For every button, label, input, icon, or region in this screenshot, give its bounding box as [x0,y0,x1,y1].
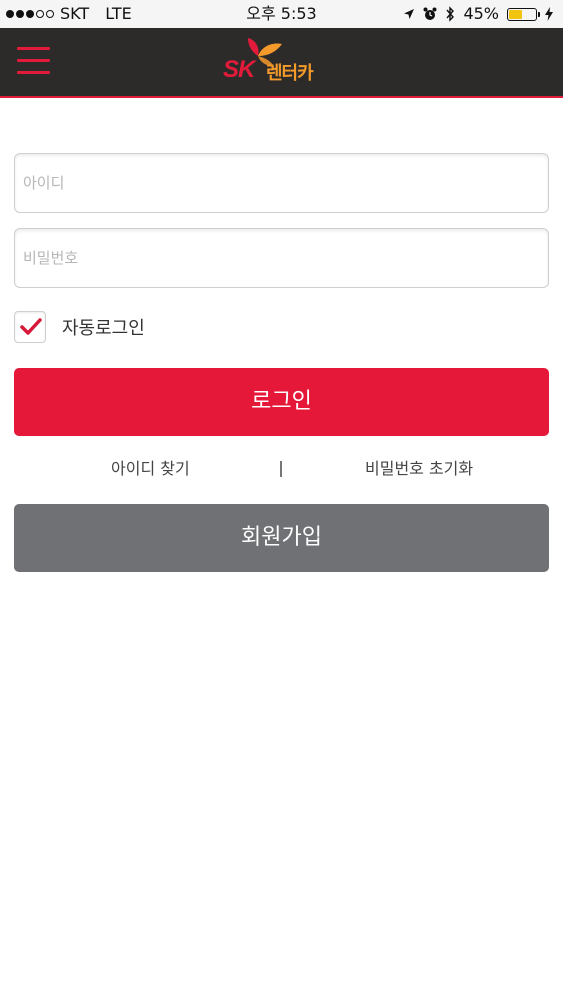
id-input[interactable] [15,154,548,212]
status-bar: SKT LTE 오후 5:53 45% [0,0,563,28]
sk-rentacar-logo: SK 렌터카 [220,36,350,88]
location-arrow-icon [404,9,415,19]
password-input[interactable] [15,229,548,287]
auto-login-label: 자동로그인 [62,318,145,339]
battery-percent: 45% [463,4,499,23]
password-field[interactable] [14,228,549,288]
bluetooth-icon [446,6,455,22]
auto-login-checkbox[interactable] [14,311,46,343]
id-field[interactable] [14,153,549,213]
login-button[interactable]: 로그인 [14,368,549,436]
link-divider [280,461,282,477]
status-bar-right: 45% [403,0,553,28]
hamburger-menu-icon[interactable] [17,45,51,75]
charging-bolt-icon [545,7,553,21]
find-id-link[interactable]: 아이디 찾기 [111,455,190,483]
checkmark-icon [20,318,42,335]
logo-name: 렌터카 [266,63,314,84]
reset-password-link[interactable]: 비밀번호 초기화 [365,455,473,483]
auto-login-toggle[interactable]: 자동로그인 [14,310,145,344]
alarm-icon [423,7,437,20]
signup-button[interactable]: 회원가입 [14,504,549,572]
account-links: 아이디 찾기 비밀번호 초기화 [0,455,563,483]
logo-brand: SK [223,56,255,83]
battery-icon [507,7,540,21]
app-header: SK 렌터카 [0,28,563,98]
battery-level [509,9,522,19]
